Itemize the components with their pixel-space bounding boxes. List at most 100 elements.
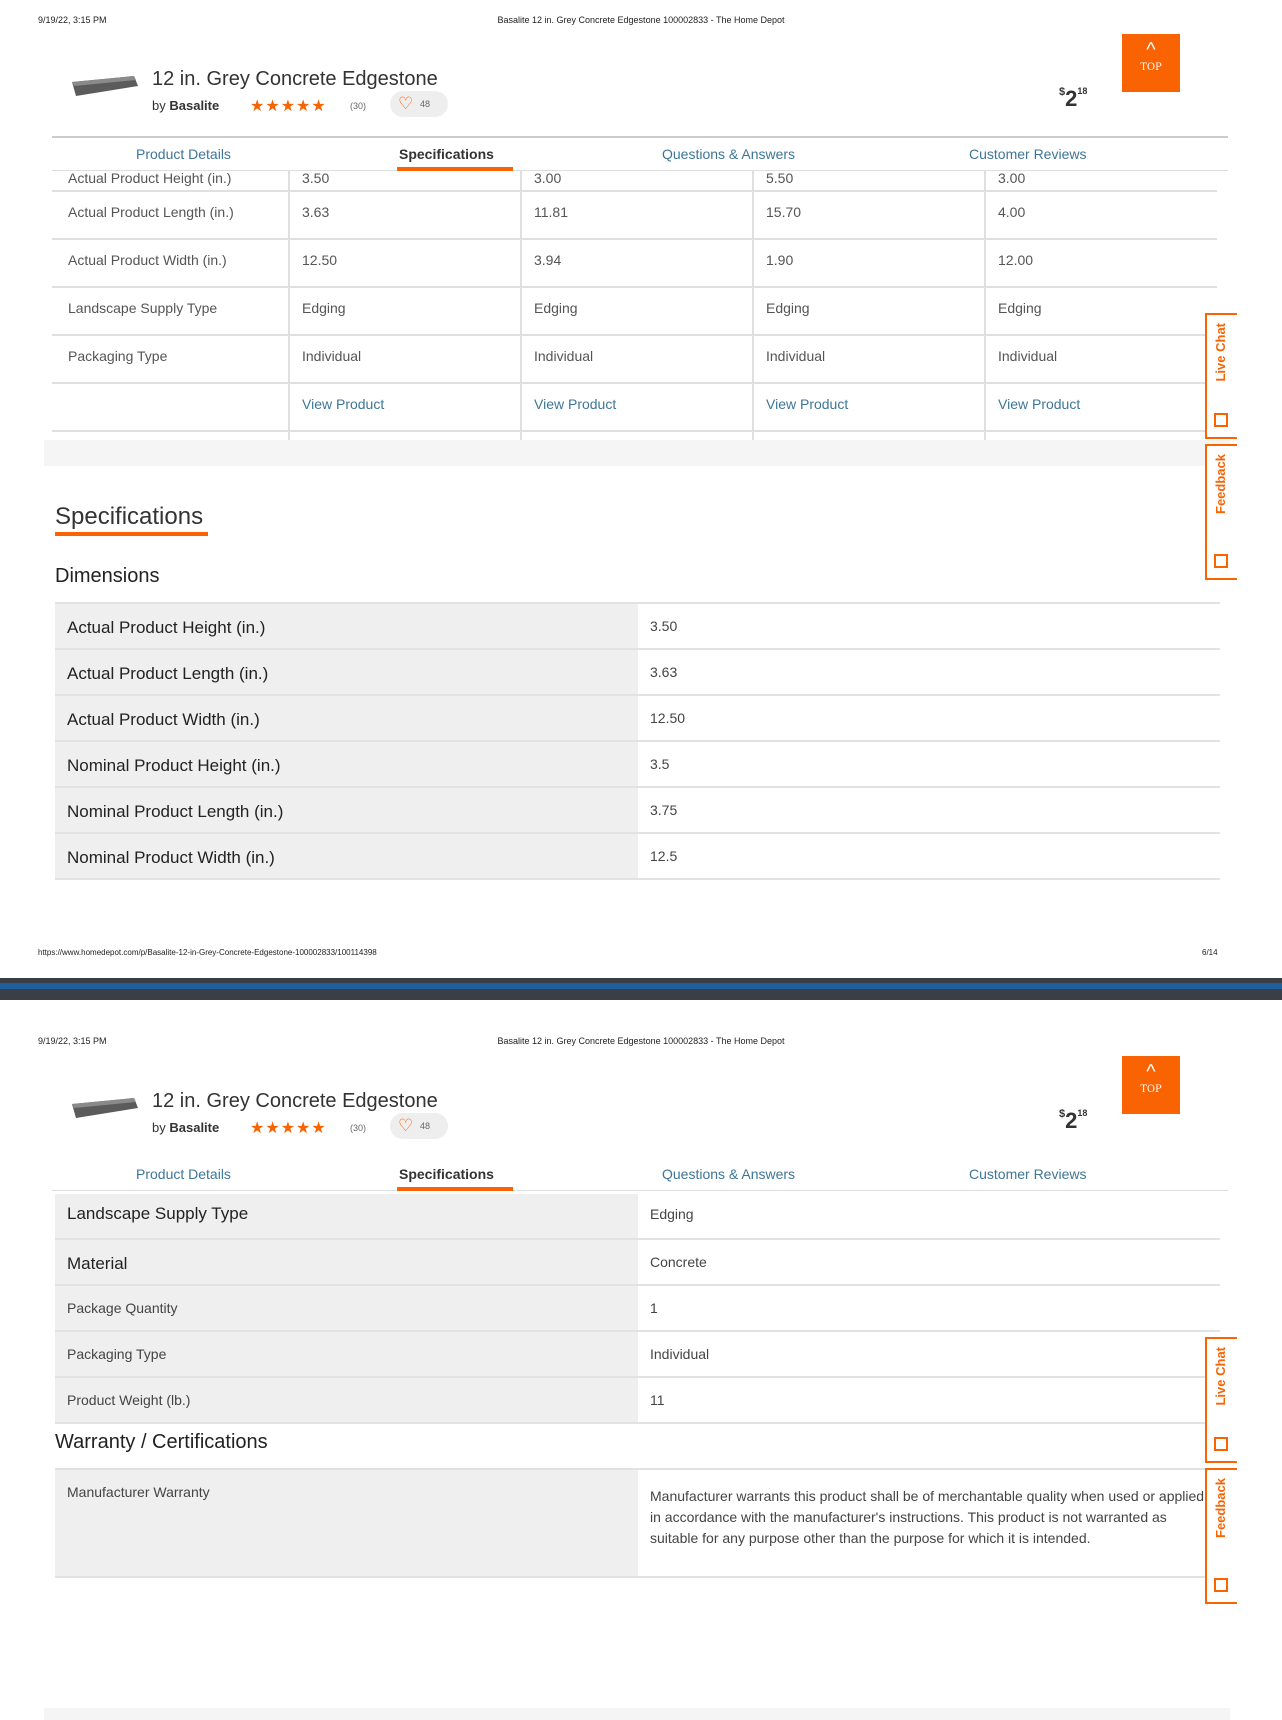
feedback-icon (1214, 1578, 1228, 1592)
product-name: 12 in. Grey Concrete Edgestone (152, 1090, 438, 1112)
comparison-table: Actual Product Height (in.) 3.50 3.00 5.… (52, 170, 1217, 432)
comparison-row: Actual Product Length (in.) 3.63 11.81 1… (52, 192, 1217, 240)
price: $218 (1059, 1108, 1087, 1134)
spec-row: Packaging Type Individual (55, 1330, 1220, 1376)
spec-key: Actual Product Length (in.) (67, 664, 269, 683)
chevron-up-icon: ^ (1146, 39, 1156, 61)
comparison-row-label: Actual Product Length (in.) (68, 204, 234, 220)
favorite-button[interactable]: ♡ 48 (390, 91, 448, 117)
sticky-product-header: 12 in. Grey Concrete Edgestone by Basali… (52, 1080, 1228, 1156)
spec-key: Package Quantity (67, 1300, 178, 1316)
tab-product-details[interactable]: Product Details (136, 146, 231, 162)
rating-count[interactable]: (30) (350, 101, 366, 111)
spec-value: 1 (650, 1300, 658, 1316)
comparison-cell: Edging (534, 300, 578, 316)
price-dollars: 2 (1065, 1108, 1078, 1133)
view-product-link[interactable]: View Product (302, 396, 384, 412)
product-name: 12 in. Grey Concrete Edgestone (152, 68, 438, 90)
spec-value: 12.50 (650, 710, 686, 726)
tab-customer-reviews[interactable]: Customer Reviews (969, 146, 1086, 162)
view-product-link[interactable]: View Product (766, 396, 848, 412)
comparison-cell: 4.00 (998, 204, 1026, 220)
back-to-top-button[interactable]: ^ TOP (1122, 34, 1180, 92)
comparison-cell: 3.63 (302, 204, 330, 220)
comparison-row: Packaging Type Individual Individual Ind… (52, 336, 1217, 384)
view-product-link[interactable]: View Product (998, 396, 1080, 412)
comparison-cell: 5.50 (766, 170, 794, 186)
tab-product-details[interactable]: Product Details (136, 1166, 231, 1182)
tab-bar: Product Details Specifications Questions… (52, 1158, 1228, 1191)
tab-questions-answers[interactable]: Questions & Answers (662, 146, 795, 162)
product-thumbnail[interactable] (70, 72, 140, 98)
comparison-cell: 3.00 (998, 170, 1026, 186)
live-chat-tab[interactable]: Live Chat (1205, 1337, 1237, 1463)
feedback-tab[interactable]: Feedback (1205, 444, 1237, 580)
spec-key-cell: Landscape Supply Type (55, 1194, 638, 1238)
tab-bar: Product Details Specifications Questions… (52, 136, 1228, 171)
live-chat-tab[interactable]: Live Chat (1205, 313, 1237, 439)
price-cents: 18 (1077, 86, 1088, 96)
spec-key-cell: Package Quantity (55, 1286, 638, 1330)
print-page-1: 9/19/22, 3:15 PM Basalite 12 in. Grey Co… (0, 0, 1282, 978)
rating-stars[interactable]: ★★★★★ (250, 1118, 327, 1138)
tab-questions-answers[interactable]: Questions & Answers (662, 1166, 795, 1182)
spec-row: Actual Product Width (in.) 12.50 (55, 694, 1220, 740)
tab-specifications[interactable]: Specifications (399, 1166, 494, 1182)
back-to-top-button[interactable]: ^ TOP (1122, 1056, 1180, 1114)
comparison-row: View Product View Product View Product V… (52, 384, 1217, 432)
price-cents: 18 (1077, 1108, 1088, 1118)
comparison-cell: Individual (766, 348, 826, 364)
tab-specifications[interactable]: Specifications (399, 146, 494, 162)
warranty-text: Manufacturer warrants this product shall… (650, 1488, 1205, 1546)
live-chat-label: Live Chat (1213, 1347, 1228, 1406)
comparison-row-label: Packaging Type (68, 348, 168, 364)
feedback-tab[interactable]: Feedback (1205, 1468, 1237, 1604)
details-table: Landscape Supply Type Edging Material Conc… (55, 1194, 1220, 1424)
comparison-cell: Individual (302, 348, 362, 364)
comparison-cell: 3.00 (534, 170, 562, 186)
spec-key: Packaging Type (67, 1346, 167, 1362)
brand-link[interactable]: Basalite (169, 1120, 219, 1135)
product-brand-line: by Basalite (152, 98, 219, 113)
spec-key-cell: Packaging Type (55, 1332, 638, 1376)
spec-row: Actual Product Height (in.) 3.50 (55, 602, 1220, 648)
spec-value: 11 (650, 1392, 665, 1408)
feedback-label: Feedback (1213, 1478, 1228, 1538)
spec-key: Actual Product Width (in.) (67, 710, 260, 729)
heart-icon: ♡ (398, 94, 414, 113)
spec-value: Edging (650, 1206, 694, 1222)
spec-value: Individual (650, 1346, 710, 1362)
spec-row: Nominal Product Height (in.) 3.5 (55, 740, 1220, 786)
comparison-cell: Edging (766, 300, 810, 316)
spec-row: Product Weight (lb.) 11 (55, 1376, 1220, 1424)
comparison-row: Actual Product Height (in.) 3.50 3.00 5.… (52, 170, 1217, 192)
heading-underline (55, 532, 208, 536)
spec-value: 12.5 (650, 848, 678, 864)
chat-icon (1214, 413, 1228, 427)
print-footer-url: https://www.homedepot.com/p/Basalite-12-… (38, 948, 377, 957)
section-separator (44, 440, 1230, 466)
by-prefix: by (152, 98, 166, 113)
spec-key: Nominal Product Width (in.) (67, 848, 275, 867)
rating-count[interactable]: (30) (350, 1123, 366, 1133)
spec-key-cell: Manufacturer Warranty (55, 1470, 638, 1576)
spec-key: Manufacturer Warranty (67, 1484, 210, 1500)
spec-value: Concrete (650, 1254, 707, 1270)
favorite-button[interactable]: ♡ 48 (390, 1113, 448, 1139)
spec-key-cell: Nominal Product Height (in.) (55, 742, 638, 786)
spec-key: Nominal Product Height (in.) (67, 756, 281, 775)
print-title: Basalite 12 in. Grey Concrete Edgestone … (497, 15, 785, 25)
rating-stars[interactable]: ★★★★★ (250, 96, 327, 116)
brand-link[interactable]: Basalite (169, 98, 219, 113)
comparison-cell: Individual (998, 348, 1058, 364)
product-thumbnail[interactable] (70, 1094, 140, 1120)
spec-row: Actual Product Length (in.) 3.63 (55, 648, 1220, 694)
dimensions-table: Actual Product Height (in.) 3.50 Actual P… (55, 602, 1220, 880)
tab-customer-reviews[interactable]: Customer Reviews (969, 1166, 1086, 1182)
spec-key-cell: Actual Product Height (in.) (55, 604, 638, 648)
favorite-count: 48 (420, 99, 431, 109)
spec-row: Landscape Supply Type Edging (55, 1194, 1220, 1238)
spec-row: Manufacturer Warranty Manufacturer warra… (55, 1468, 1220, 1578)
heart-icon: ♡ (398, 1116, 414, 1135)
view-product-link[interactable]: View Product (534, 396, 616, 412)
